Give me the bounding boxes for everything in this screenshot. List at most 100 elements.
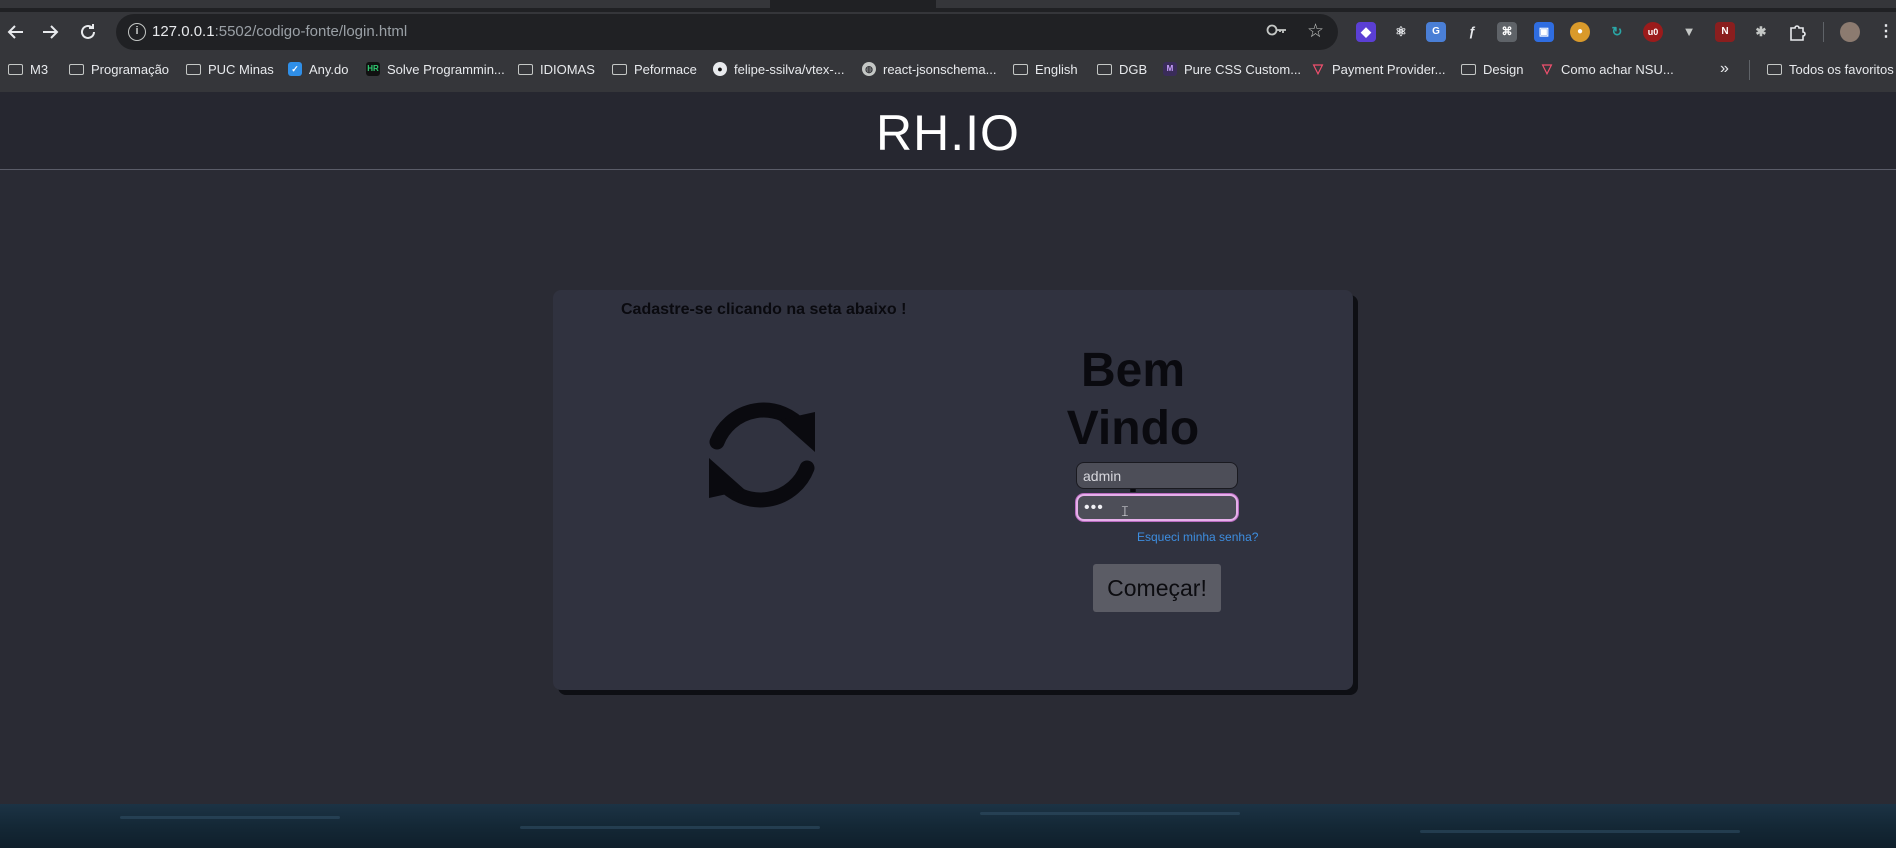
url-text[interactable]: 127.0.0.1:5502/codigo-fonte/login.html <box>152 23 407 40</box>
browser-chrome: i 127.0.0.1:5502/codigo-fonte/login.html… <box>0 0 1896 92</box>
extension-teal-icon[interactable]: ↻ <box>1607 22 1627 42</box>
signup-sync-icon[interactable] <box>697 390 827 520</box>
bookmark-label: Design <box>1483 61 1524 77</box>
check-icon: ✓ <box>288 62 302 76</box>
bookmark-label: IDIOMAS <box>540 61 595 77</box>
username-input[interactable] <box>1076 462 1238 489</box>
forward-button[interactable] <box>38 20 62 44</box>
bookmark-item[interactable]: M3 <box>8 59 48 79</box>
bookmark-item[interactable]: ◍ react-jsonschema... <box>862 59 996 79</box>
bookmark-label: Como achar NSU... <box>1561 61 1674 77</box>
bookmarks-overflow-button[interactable]: » <box>1720 59 1729 79</box>
bookmark-item[interactable]: HR Solve Programmin... <box>366 59 505 79</box>
bookmark-star-icon[interactable]: ☆ <box>1307 20 1324 43</box>
bookmark-item[interactable]: ✓ Any.do <box>288 59 349 79</box>
address-bar[interactable]: i 127.0.0.1:5502/codigo-fonte/login.html… <box>116 14 1338 50</box>
reload-button[interactable] <box>76 20 100 44</box>
bookmark-label: Peformace <box>634 61 697 77</box>
tab-background <box>936 0 1896 8</box>
gear-icon[interactable]: ✱ <box>1751 22 1771 42</box>
brand-logo: RH.IO <box>876 105 1020 161</box>
toolbar-divider <box>1823 22 1824 42</box>
folder-icon <box>612 63 627 75</box>
folder-icon <box>1461 63 1476 75</box>
bookmark-item[interactable]: Design <box>1461 59 1523 79</box>
url-path: :5502/codigo-fonte/login.html <box>214 23 408 40</box>
all-bookmarks-button[interactable]: Todos os favoritos <box>1767 59 1894 79</box>
start-button[interactable]: Começar! <box>1093 564 1221 612</box>
chevron-double-right-icon: » <box>1720 60 1729 77</box>
globe-icon: ◍ <box>862 62 876 76</box>
bookmarks-bar: M3 Programação PUC Minas ✓ Any.do HR Solve… <box>0 55 1896 83</box>
bookmark-item[interactable]: Programação <box>69 59 169 79</box>
bookmark-item[interactable]: PUC Minas <box>186 59 274 79</box>
page: RH.IO Cadastre-se clicando na seta abaix… <box>0 92 1896 804</box>
folder-icon <box>186 63 201 75</box>
bookmark-item[interactable]: IDIOMAS <box>518 59 595 79</box>
bookmarks-divider <box>1749 60 1750 80</box>
tab-background <box>0 0 770 8</box>
folder-icon <box>1097 63 1112 75</box>
codechef-icon: HR <box>366 62 380 76</box>
url-host: 127.0.0.1 <box>152 23 215 40</box>
bookmark-label: Solve Programmin... <box>387 61 505 77</box>
wallpaper-wave <box>120 816 340 819</box>
function-icon[interactable]: ƒ <box>1462 22 1482 42</box>
arrow-right-icon <box>43 25 59 39</box>
extension-gray-icon[interactable]: ⌘ <box>1497 22 1517 42</box>
extensions-puzzle-icon[interactable] <box>1787 22 1807 42</box>
extension-red-icon[interactable]: N <box>1715 22 1735 42</box>
password-input[interactable] <box>1076 494 1238 521</box>
profile-avatar[interactable] <box>1840 22 1860 42</box>
desktop-wallpaper <box>0 804 1896 848</box>
vue-devtools-icon[interactable]: ▼ <box>1679 22 1699 42</box>
site-info-icon[interactable]: i <box>128 23 146 41</box>
page-header: RH.IO <box>0 92 1896 170</box>
vtex-icon: ▽ <box>1313 61 1323 76</box>
bookmark-label: English <box>1035 61 1078 77</box>
toolbar: i 127.0.0.1:5502/codigo-fonte/login.html… <box>0 12 1896 52</box>
bookmark-label: felipe-ssilva/vtex-... <box>734 61 845 77</box>
forgot-password-link[interactable]: Esqueci minha senha? <box>1137 530 1258 544</box>
puzzle-icon <box>1790 25 1806 41</box>
folder-icon <box>69 63 84 75</box>
extension-blue-icon[interactable]: ▣ <box>1534 22 1554 42</box>
folder-icon <box>8 63 23 75</box>
menu-kebab-icon[interactable]: ⋮ <box>1876 22 1896 42</box>
extension-purple-icon[interactable]: ◆ <box>1356 22 1376 42</box>
bookmark-label: Pure CSS Custom... <box>1184 61 1302 77</box>
bookmark-label: Any.do <box>309 61 349 77</box>
bookmark-item[interactable]: Peformace <box>612 59 697 79</box>
folder-icon <box>1013 63 1028 75</box>
key-icon <box>1266 24 1286 36</box>
wallpaper-wave <box>520 826 820 829</box>
bookmark-item[interactable]: DGB <box>1097 59 1147 79</box>
bookmark-item[interactable]: English <box>1013 59 1078 79</box>
bookmark-label: Todos os favoritos <box>1789 61 1894 77</box>
password-key-icon[interactable] <box>1266 22 1288 43</box>
bookmark-label: Programação <box>91 61 170 77</box>
bookmark-item[interactable]: ● felipe-ssilva/vtex-... <box>713 59 845 79</box>
bookmark-item[interactable]: M Pure CSS Custom... <box>1163 59 1301 79</box>
bookmark-item[interactable]: ▽ Como achar NSU... <box>1540 59 1674 79</box>
bookmark-label: PUC Minas <box>208 61 274 77</box>
wallpaper-wave <box>1420 830 1740 833</box>
translate-icon[interactable]: G <box>1426 22 1446 42</box>
cookie-icon[interactable]: ● <box>1570 22 1590 42</box>
wallpaper-wave <box>980 812 1240 815</box>
bookmark-label: M3 <box>30 61 49 77</box>
bookmark-item[interactable]: ▽ Payment Provider... <box>1311 59 1445 79</box>
refresh-arrows-icon <box>709 402 815 508</box>
github-icon: ● <box>713 62 727 76</box>
folder-icon <box>1767 63 1782 75</box>
folder-icon <box>518 63 533 75</box>
back-button[interactable] <box>4 20 28 44</box>
bookmark-label: react-jsonschema... <box>883 61 997 77</box>
welcome-heading: Bem Vindo ! <box>1066 344 1200 513</box>
vtex-icon: ▽ <box>1542 61 1552 76</box>
tab-strip <box>0 0 1896 12</box>
ublock-icon[interactable]: u0 <box>1643 22 1663 42</box>
signup-hint: Cadastre-se clicando na seta abaixo ! <box>621 301 907 318</box>
react-devtools-icon[interactable]: ⚛ <box>1391 22 1411 42</box>
login-card: Cadastre-se clicando na seta abaixo ! Be… <box>553 290 1353 690</box>
